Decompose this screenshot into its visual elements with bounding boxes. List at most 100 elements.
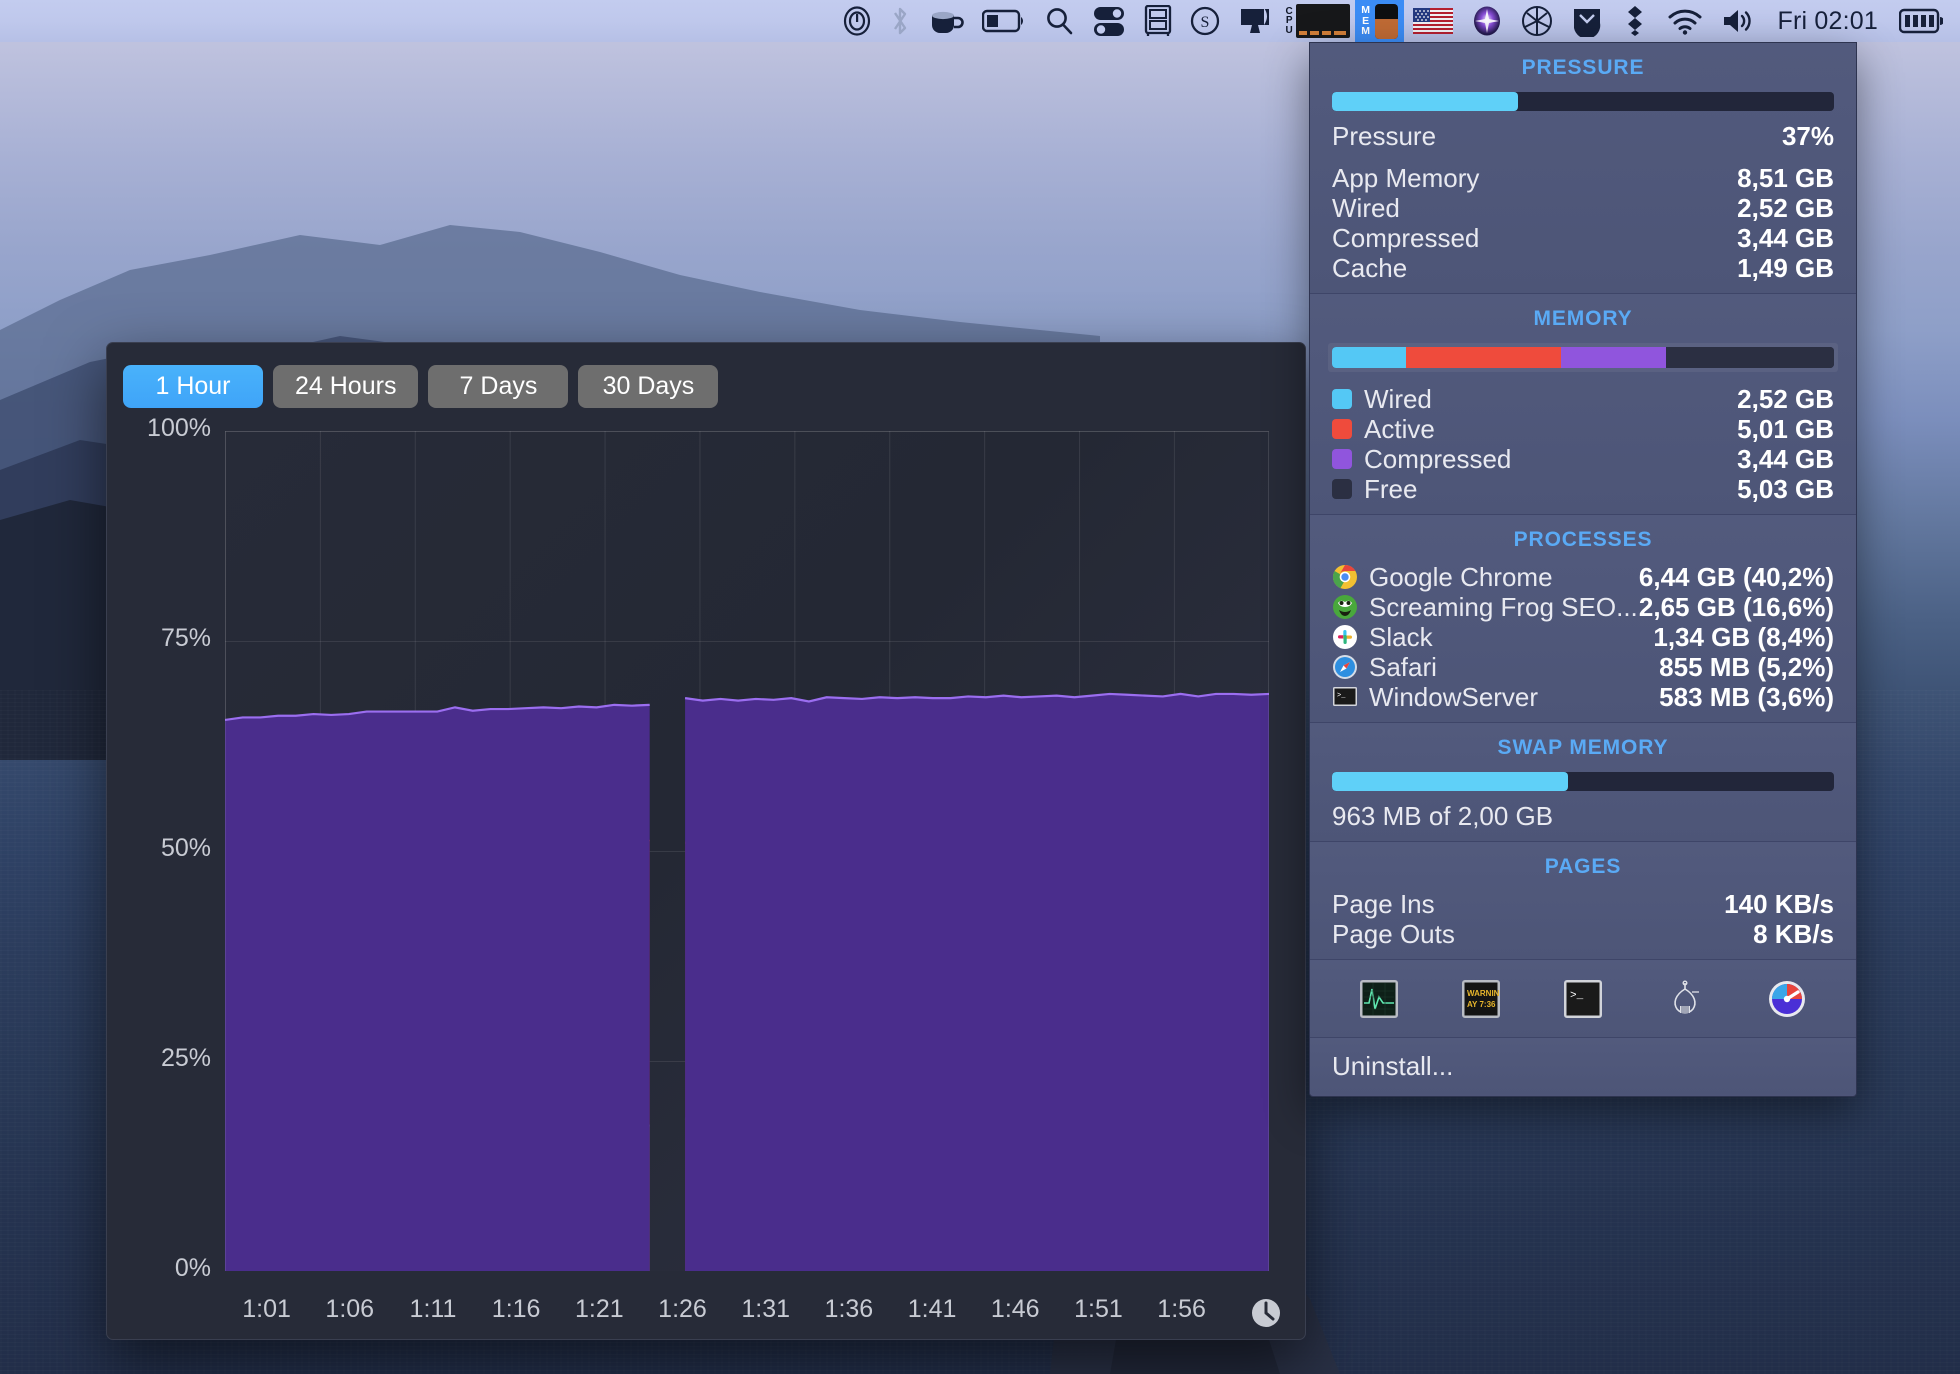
battery-full-icon[interactable] bbox=[1890, 0, 1952, 42]
x-axis-label-1-56: 1:56 bbox=[1157, 1295, 1206, 1323]
cache-label: Cache bbox=[1332, 252, 1408, 283]
archive-drawer-icon[interactable] bbox=[1135, 0, 1181, 42]
pages-section-title: PAGES bbox=[1544, 855, 1622, 878]
y-axis-label-50pct: 50% bbox=[160, 834, 211, 862]
pressure-row-pressure: Pressure 37% bbox=[1310, 121, 1856, 151]
app-memory-value: 8,51 GB bbox=[1737, 162, 1834, 193]
x-axis-label-1-26: 1:26 bbox=[658, 1295, 707, 1323]
terminal-app-icon[interactable]: >_ bbox=[1563, 979, 1603, 1019]
pages-row-page-outs: Page Outs 8 KB/s bbox=[1310, 919, 1856, 949]
memory-bar-segment-wired bbox=[1332, 347, 1407, 368]
pressure-label: Pressure bbox=[1332, 120, 1437, 151]
memory-stats-panel: PRESSURE Pressure 37% App Memory 8,51 GB… bbox=[1309, 42, 1857, 1097]
range-button-30-days[interactable]: 30 Days bbox=[578, 365, 719, 408]
pressure-value: 37% bbox=[1781, 120, 1834, 151]
memory-section: MEMORY Wired 2,52 GB Active 5,01 GB Comp… bbox=[1310, 294, 1856, 515]
memory-value-compressed: 3,44 GB bbox=[1737, 443, 1834, 474]
processes-section: PROCESSES Google Chrome 6,44 GB (40,2%) … bbox=[1310, 515, 1856, 723]
memory-row-compressed: Compressed 3,44 GB bbox=[1310, 444, 1856, 474]
process-name-safari: Safari bbox=[1369, 651, 1437, 682]
memory-swatch-free bbox=[1332, 479, 1352, 499]
mem-label: M E M bbox=[1361, 5, 1370, 37]
swap-memory-section: SWAP MEMORY 963 MB of 2,00 GB bbox=[1310, 723, 1856, 842]
range-button-7-days[interactable]: 7 Days bbox=[428, 365, 569, 408]
bluetooth-icon[interactable] bbox=[881, 0, 919, 42]
uninstall-menu-item[interactable]: Uninstall... bbox=[1310, 1038, 1856, 1094]
memory-clean-icon[interactable] bbox=[1665, 979, 1705, 1019]
aperture-icon[interactable] bbox=[1512, 0, 1562, 42]
y-axis-label-0pct: 0% bbox=[174, 1254, 211, 1282]
safari-icon bbox=[1333, 655, 1357, 679]
activity-monitor-icon[interactable] bbox=[1359, 979, 1399, 1019]
x-axis-label-1-36: 1:36 bbox=[824, 1295, 874, 1323]
spotlight-search-icon[interactable] bbox=[1035, 0, 1083, 42]
istat-menus-icon[interactable] bbox=[1767, 979, 1807, 1019]
compressed-value: 3,44 GB bbox=[1737, 222, 1834, 253]
x-axis-label-1-41: 1:41 bbox=[907, 1295, 957, 1323]
toggles-icon[interactable] bbox=[1083, 0, 1135, 42]
clock-icon[interactable] bbox=[1250, 1297, 1282, 1329]
console-warning-icon[interactable]: WARNIN AY 7:36 bbox=[1461, 979, 1501, 1019]
process-row-screaming-frog[interactable]: Screaming Frog SEO... 2,65 GB (16,6%) bbox=[1310, 592, 1856, 622]
range-button-24-hours[interactable]: 24 Hours bbox=[273, 365, 419, 408]
menubar-clock[interactable]: Fri 02:01 bbox=[1764, 0, 1890, 42]
pocket-icon[interactable] bbox=[1562, 0, 1612, 42]
process-name-google-chrome: Google Chrome bbox=[1369, 561, 1553, 592]
swap-bar-fill bbox=[1332, 772, 1568, 791]
memory-chart-plot bbox=[225, 431, 1269, 1271]
cache-value: 1,49 GB bbox=[1737, 252, 1834, 283]
process-value-slack: 1,34 GB (8,4%) bbox=[1653, 621, 1834, 652]
wired-value: 2,52 GB bbox=[1737, 192, 1834, 223]
mem-letter-m2: M bbox=[1361, 25, 1371, 38]
cpu-letter-u: U bbox=[1285, 24, 1294, 36]
onepassword-icon[interactable] bbox=[833, 0, 881, 42]
process-name-slack: Slack bbox=[1369, 621, 1433, 652]
uninstall-label: Uninstall... bbox=[1332, 1050, 1454, 1081]
swap-section-title: SWAP MEMORY bbox=[1497, 736, 1669, 759]
x-axis-label-1-11: 1:11 bbox=[409, 1295, 457, 1323]
memory-label-compressed: Compressed bbox=[1364, 443, 1512, 474]
pressure-bar bbox=[1332, 92, 1834, 111]
memory-value-free: 5,03 GB bbox=[1737, 473, 1834, 504]
screaming-frog-icon bbox=[1333, 595, 1357, 619]
mem-menu-item[interactable]: M E M bbox=[1355, 0, 1404, 42]
chrome-icon bbox=[1332, 565, 1357, 589]
memory-value-wired: 2,52 GB bbox=[1737, 383, 1834, 414]
swap-bar bbox=[1332, 772, 1834, 791]
svg-text:WARNIN: WARNIN bbox=[1467, 989, 1500, 998]
pressure-row-cache: Cache 1,49 GB bbox=[1310, 253, 1856, 283]
us-flag-icon[interactable] bbox=[1404, 0, 1462, 42]
x-axis-label-1-31: 1:31 bbox=[741, 1295, 791, 1323]
process-row-slack[interactable]: Slack 1,34 GB (8,4%) bbox=[1310, 622, 1856, 652]
wifi-icon[interactable] bbox=[1658, 0, 1712, 42]
svg-text:AY 7:36: AY 7:36 bbox=[1467, 1000, 1496, 1009]
tools-row: WARNIN AY 7:36 >_ bbox=[1310, 960, 1856, 1038]
range-button-1-hour[interactable]: 1 Hour bbox=[123, 365, 263, 408]
volume-icon[interactable] bbox=[1712, 0, 1764, 42]
app-memory-label: App Memory bbox=[1332, 162, 1480, 193]
page-outs-label: Page Outs bbox=[1332, 918, 1455, 949]
memory-bar-segment-free bbox=[1666, 347, 1834, 368]
s-circle-icon[interactable]: S bbox=[1181, 0, 1229, 42]
compressed-label: Compressed bbox=[1332, 222, 1480, 253]
slack-icon bbox=[1333, 625, 1357, 649]
memory-label-wired: Wired bbox=[1364, 383, 1432, 414]
process-row-safari[interactable]: Safari 855 MB (5,2%) bbox=[1310, 652, 1856, 682]
memory-row-wired: Wired 2,52 GB bbox=[1310, 384, 1856, 414]
x-axis-label-1-06: 1:06 bbox=[325, 1295, 375, 1323]
process-value-screaming-frog: 2,65 GB (16,6%) bbox=[1638, 591, 1834, 622]
process-row-windowserver[interactable]: >_ WindowServer 583 MB (3,6%) bbox=[1310, 682, 1856, 712]
x-axis-label-1-21: 1:21 bbox=[574, 1295, 624, 1323]
battery-icon[interactable] bbox=[973, 0, 1035, 42]
dropbox-icon[interactable] bbox=[1612, 0, 1658, 42]
cpu-menu-item[interactable]: C P U bbox=[1281, 4, 1356, 38]
memory-bar-segment-active bbox=[1406, 347, 1561, 368]
coffee-cup-icon[interactable] bbox=[919, 0, 973, 42]
memory-label-free: Free bbox=[1364, 473, 1418, 504]
process-value-safari: 855 MB (5,2%) bbox=[1659, 651, 1834, 682]
process-value-google-chrome: 6,44 GB (40,2%) bbox=[1638, 561, 1834, 592]
display-icon[interactable] bbox=[1229, 0, 1281, 42]
process-row-google-chrome[interactable]: Google Chrome 6,44 GB (40,2%) bbox=[1310, 562, 1856, 592]
siri-icon[interactable] bbox=[1462, 0, 1512, 42]
pages-section: PAGES Page Ins 140 KB/s Page Outs 8 KB/s bbox=[1310, 842, 1856, 960]
